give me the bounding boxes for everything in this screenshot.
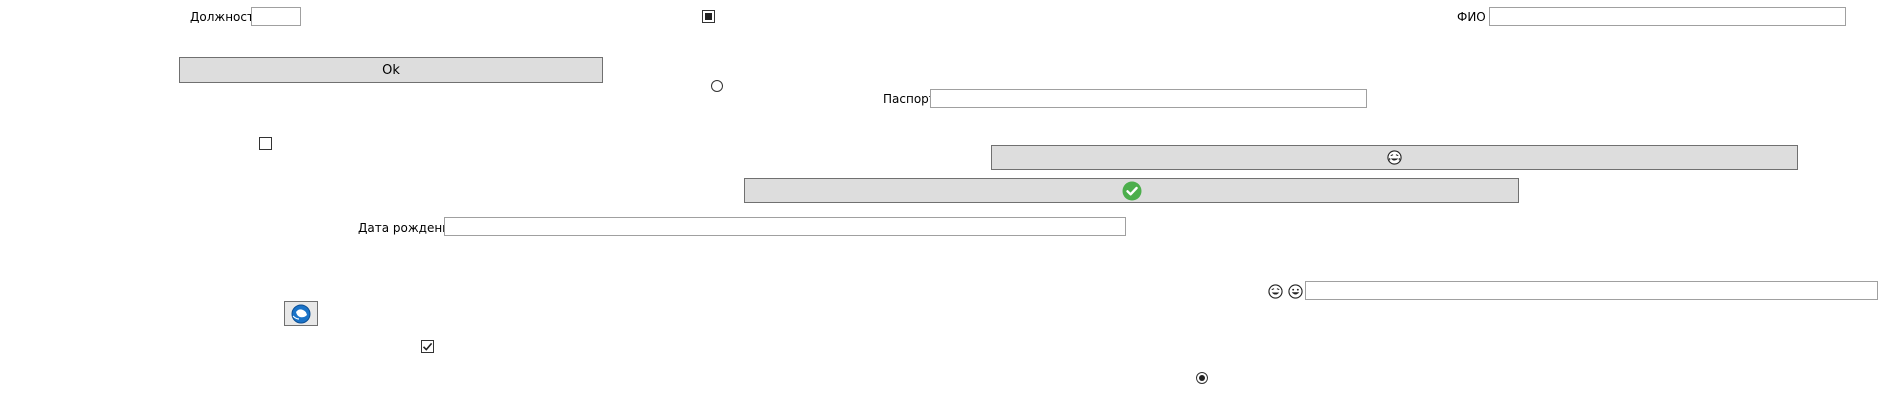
grinning-face-icon bbox=[1288, 284, 1303, 299]
checkbox-checked[interactable] bbox=[421, 340, 434, 353]
fio-label: ФИО bbox=[1457, 10, 1486, 24]
globe-icon bbox=[291, 304, 311, 323]
radio-unselected[interactable] bbox=[711, 80, 723, 92]
checkbox-unchecked[interactable] bbox=[259, 137, 272, 150]
green-check-icon bbox=[1122, 181, 1141, 200]
position-input[interactable] bbox=[251, 7, 301, 26]
emoji-button[interactable] bbox=[991, 145, 1798, 170]
emoji-input[interactable] bbox=[1305, 281, 1878, 300]
birthdate-input[interactable] bbox=[444, 217, 1126, 236]
fio-input[interactable] bbox=[1489, 7, 1846, 26]
birthdate-label: Дата рождения bbox=[358, 221, 458, 235]
checkmark-icon bbox=[422, 342, 433, 351]
laughing-face-icon bbox=[1268, 284, 1283, 299]
passport-label: Паспорт bbox=[883, 92, 936, 106]
ok-button[interactable]: Ok bbox=[179, 57, 603, 83]
confirm-button[interactable] bbox=[744, 178, 1519, 203]
radio-dot bbox=[1199, 375, 1205, 381]
passport-input[interactable] bbox=[930, 89, 1367, 108]
ok-button-label: Ok bbox=[382, 62, 400, 78]
radio-selected[interactable] bbox=[1196, 372, 1208, 384]
checkbox-indeterminate[interactable] bbox=[702, 10, 715, 23]
image-button[interactable] bbox=[284, 301, 318, 326]
laughing-face-icon bbox=[1387, 150, 1402, 165]
checkbox-fill-mark bbox=[705, 13, 712, 20]
